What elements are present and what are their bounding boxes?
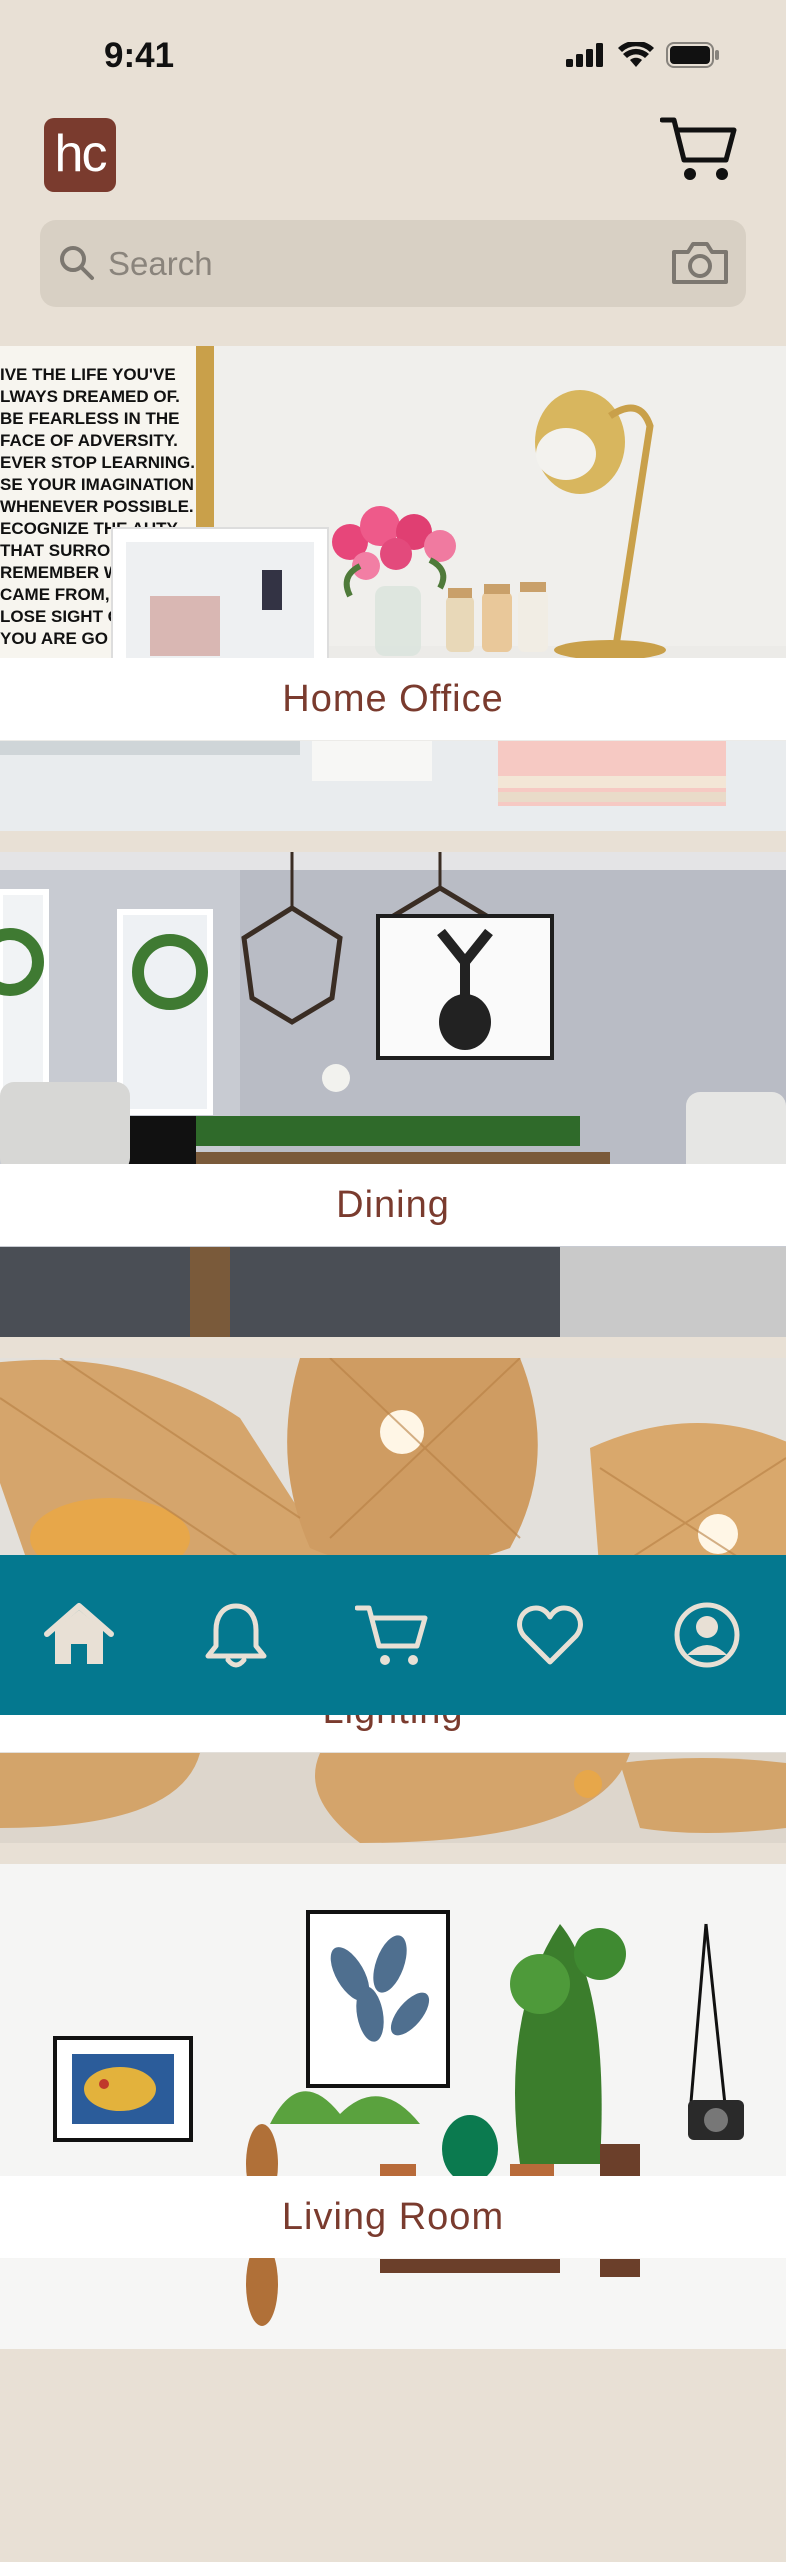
battery-icon <box>666 42 719 68</box>
category-card-dining[interactable]: Dining <box>0 852 786 1337</box>
camera-icon[interactable] <box>670 240 730 286</box>
logo[interactable]: hc <box>44 118 116 192</box>
dining-photo <box>0 852 786 1337</box>
home-icon <box>43 1603 114 1664</box>
svg-text:BE FEARLESS IN THE: BE FEARLESS IN THE <box>0 409 179 428</box>
heart-icon <box>517 1605 583 1665</box>
tab-notifications[interactable] <box>186 1585 286 1685</box>
tab-favorites[interactable] <box>500 1585 600 1685</box>
tab-home[interactable] <box>29 1585 129 1685</box>
cart-icon[interactable] <box>660 114 740 184</box>
category-card-living-room[interactable]: Living Room <box>0 1864 786 2349</box>
signal-icon <box>566 43 603 67</box>
tab-profile[interactable] <box>657 1585 757 1685</box>
svg-text:WHENEVER POSSIBLE.: WHENEVER POSSIBLE. <box>0 497 194 516</box>
search-bar[interactable] <box>40 220 746 307</box>
search-input[interactable] <box>106 238 670 290</box>
category-card-home-office[interactable]: IVE THE LIFE YOU'VE LWAYS DREAMED OF. BE… <box>0 346 786 831</box>
profile-icon <box>674 1602 740 1668</box>
status-icons <box>566 42 720 68</box>
status-time: 9:41 <box>104 36 175 75</box>
bell-icon <box>205 1603 267 1668</box>
cart-icon <box>354 1605 428 1665</box>
status-bar: 9:41 <box>0 0 786 110</box>
category-label: Living Room <box>0 2176 786 2258</box>
tab-bar <box>0 1555 786 1715</box>
category-label: Dining <box>0 1164 786 1246</box>
svg-text:EVER STOP LEARNING.: EVER STOP LEARNING. <box>0 453 195 472</box>
tab-cart[interactable] <box>343 1585 443 1685</box>
home-office-photo: IVE THE LIFE YOU'VE LWAYS DREAMED OF. BE… <box>0 346 786 831</box>
search-icon <box>60 246 94 280</box>
living-room-photo <box>0 1864 786 2349</box>
svg-text:IVE THE LIFE YOU'VE: IVE THE LIFE YOU'VE <box>0 365 176 384</box>
wifi-icon <box>618 42 654 67</box>
svg-text:YOU ARE GO: YOU ARE GO <box>0 629 108 648</box>
svg-text:SE YOUR IMAGINATION: SE YOUR IMAGINATION <box>0 475 194 494</box>
svg-text:LWAYS DREAMED OF.: LWAYS DREAMED OF. <box>0 387 180 406</box>
svg-text:FACE OF ADVERSITY.: FACE OF ADVERSITY. <box>0 431 178 450</box>
category-label: Home Office <box>0 658 786 740</box>
